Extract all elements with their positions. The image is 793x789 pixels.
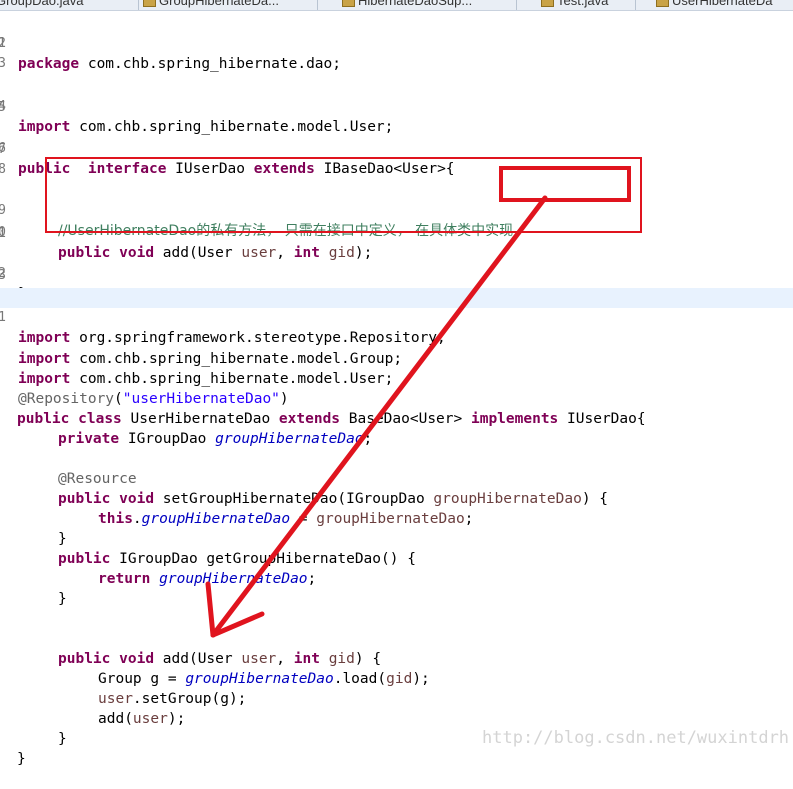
- code-line: 1: [0, 226, 6, 241]
- code-line: 3: [0, 56, 6, 71]
- code-line: return groupHibernateDao;: [98, 571, 317, 587]
- code-line: public void setGroupHibernateDao(IGroupD…: [58, 491, 609, 507]
- code-line: }: [58, 531, 67, 547]
- tab-groupdao[interactable]: GroupDao.java: [0, 0, 139, 10]
- code-line: 4 import com.chb.spring_hibernate.model.…: [0, 99, 394, 135]
- java-file-icon: [143, 0, 156, 8]
- code-line-add-declaration: 0 public void add(User user, int gid);: [0, 225, 373, 261]
- code-line: 6 public interface IUserDao extends IBas…: [0, 141, 455, 177]
- tab-userhibernatedao[interactable]: UserHibernateDa: [652, 0, 793, 10]
- editor-iuserdao[interactable]: 1 package com.chb.spring_hibernate.dao; …: [0, 14, 793, 302]
- editor-tab-bar: GroupDao.java GroupHibernateDa... Hibern…: [0, 0, 793, 11]
- java-file-icon: [656, 0, 669, 8]
- tab-grouphibernatedao[interactable]: GroupHibernateDa...: [139, 0, 318, 10]
- code-line-current: 1 import org.springframework.stereotype.…: [0, 288, 793, 346]
- code-line: @Resource: [58, 471, 137, 487]
- code-line: 1 package com.chb.spring_hibernate.dao;: [0, 36, 342, 72]
- code-line: 7: [0, 142, 6, 157]
- java-file-icon: [342, 0, 355, 8]
- code-line: 3: [0, 268, 6, 283]
- code-line: public IGroupDao getGroupHibernateDao() …: [58, 551, 416, 567]
- code-line-comment: 9 //UserHibernateDao的私有方法， 只需在接口中定义， 在具体…: [0, 203, 514, 239]
- code-line: import com.chb.spring_hibernate.model.Gr…: [18, 351, 403, 367]
- code-line: 5: [0, 100, 6, 115]
- code-line: public class UserHibernateDao extends Ba…: [17, 411, 646, 427]
- code-line: @Repository("userHibernateDao"): [18, 391, 289, 407]
- tab-test[interactable]: Test.java: [537, 0, 636, 10]
- code-line: user.setGroup(g);: [98, 691, 247, 707]
- code-line: 2: [0, 36, 6, 51]
- java-file-icon: [541, 0, 554, 8]
- code-line: private IGroupDao groupHibernateDao;: [58, 431, 373, 447]
- tab-hibernatedaosupport[interactable]: HibernateDaoSup...: [338, 0, 517, 10]
- code-line: this.groupHibernateDao = groupHibernateD…: [98, 511, 474, 527]
- code-line: add(user);: [98, 711, 186, 727]
- code-line: import com.chb.spring_hibernate.model.Us…: [18, 371, 394, 387]
- code-line: Group g = groupHibernateDao.load(gid);: [98, 671, 430, 687]
- code-line: }: [58, 591, 67, 607]
- code-line: 8: [0, 162, 6, 177]
- code-line: }: [58, 731, 67, 747]
- watermark: http://blog.csdn.net/wuxintdrh: [482, 728, 790, 748]
- editor-userhibernatedao[interactable]: 1 import org.springframework.stereotype.…: [0, 286, 793, 767]
- code-line: 2 }: [0, 266, 27, 302]
- code-line-add-implementation: public void add(User user, int gid) {: [58, 651, 382, 667]
